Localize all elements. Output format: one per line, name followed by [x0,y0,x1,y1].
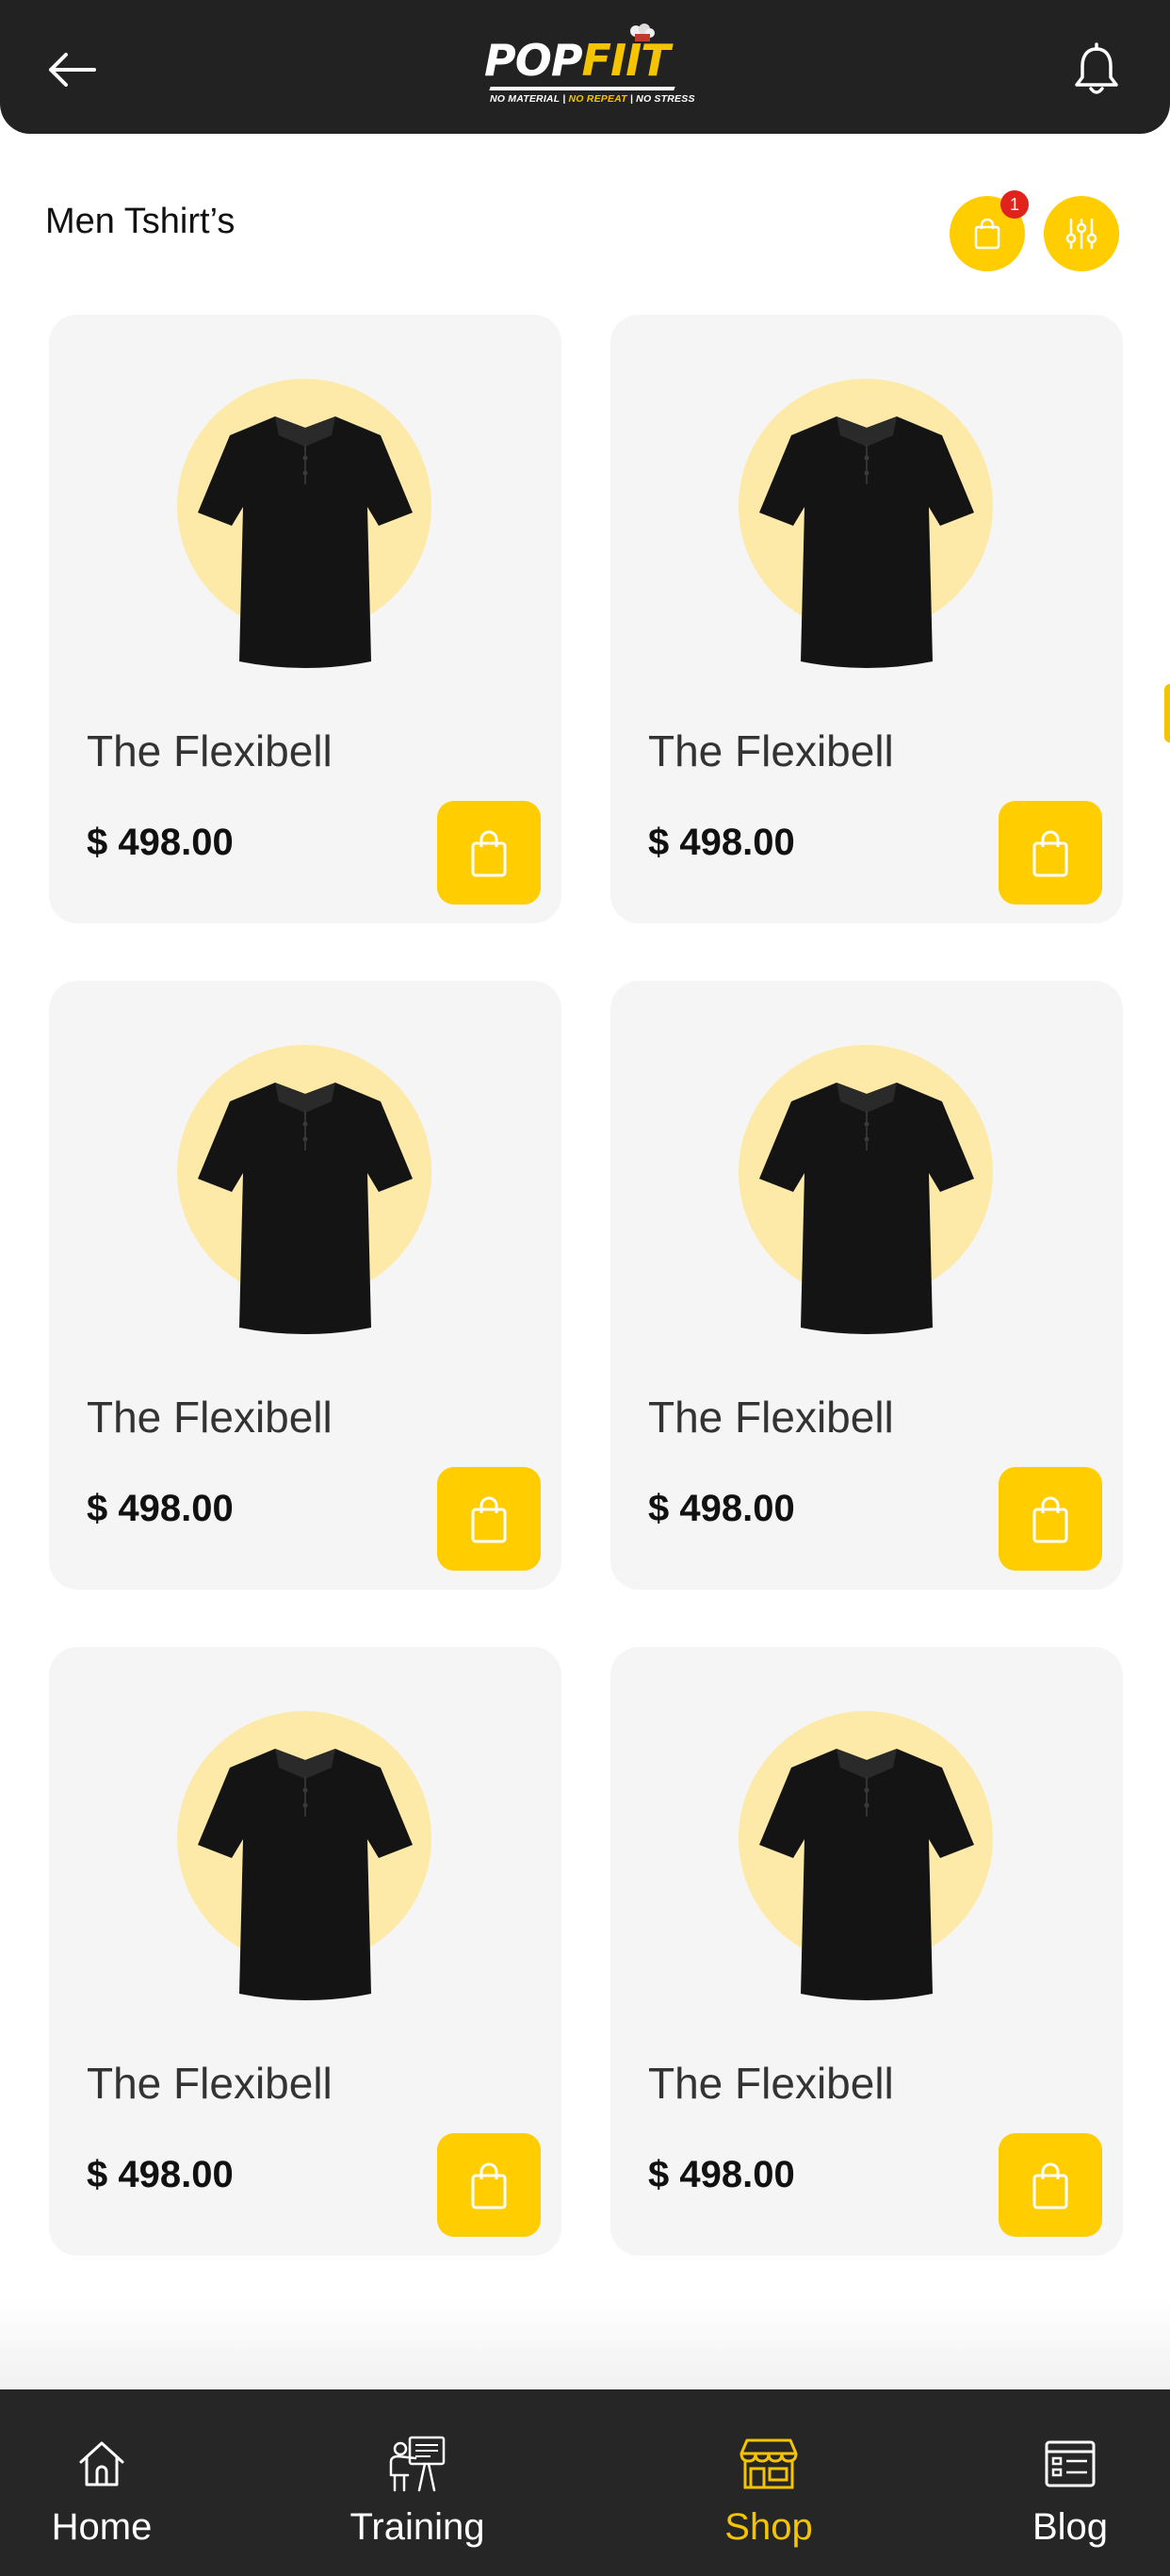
trainer-icon [389,2436,446,2492]
logo-tagline: NO MATERIAL | NO REPEAT | NO STRESS [490,93,695,105]
shopping-bag-icon [471,830,507,877]
product-card[interactable]: The Flexibell $ 498.00 [610,981,1123,1590]
bottom-navigation: Home Training Shop Blog [0,2389,1170,2576]
add-to-cart-button[interactable] [437,1467,541,1571]
sliders-icon [1065,218,1097,250]
product-card[interactable]: The Flexibell $ 498.00 [49,1647,561,2256]
arrow-left-icon [49,53,96,87]
product-name: The Flexibell [648,726,894,775]
home-icon [79,2441,124,2486]
product-name: The Flexibell [87,2059,333,2108]
add-to-cart-button[interactable] [437,801,541,905]
product-price: $ 498.00 [648,2154,795,2195]
filter-button[interactable] [1044,196,1119,271]
nav-item-shop[interactable]: Shop [712,2389,825,2576]
cart-count-badge: 1 [1000,190,1029,219]
shopping-bag-icon [974,218,1000,250]
product-card[interactable]: The Flexibell $ 498.00 [49,315,561,923]
shop-icon [739,2438,798,2489]
product-price: $ 498.00 [648,1488,795,1529]
bell-icon [1075,42,1118,94]
shopping-bag-icon [471,1496,507,1543]
product-price: $ 498.00 [87,1488,234,1529]
product-price: $ 498.00 [87,2154,234,2195]
shopping-bag-icon [1032,830,1068,877]
polo-shirt-image [198,1749,413,2000]
shopping-bag-icon [471,2162,507,2209]
polo-shirt-image [198,1083,413,1334]
nav-label: Home [51,2506,153,2548]
scroll-fade [0,2299,1170,2389]
product-name: The Flexibell [648,2059,894,2108]
nav-item-blog[interactable]: Blog [1023,2389,1117,2576]
nav-label: Shop [724,2506,813,2548]
nav-item-home[interactable]: Home [45,2389,158,2576]
product-price: $ 498.00 [648,822,795,863]
logo-fit: FIIT [581,35,671,86]
shopping-bag-icon [1032,1496,1068,1543]
product-card[interactable]: The Flexibell $ 498.00 [610,315,1123,923]
top-app-bar: POPFIIT NO MATERIAL | NO REPEAT | NO STR… [0,0,1170,134]
nav-label: Training [349,2506,485,2548]
nav-label: Blog [1032,2506,1109,2548]
side-edge-tab[interactable] [1164,684,1170,742]
product-card[interactable]: The Flexibell $ 498.00 [49,981,561,1590]
product-price: $ 498.00 [87,822,234,863]
polo-shirt-image [759,1749,974,2000]
add-to-cart-button[interactable] [437,2133,541,2237]
logo-underline [489,87,675,90]
popfiit-logo[interactable]: POPFIIT NO MATERIAL | NO REPEAT | NO STR… [484,23,694,113]
add-to-cart-button[interactable] [999,2133,1102,2237]
category-title: Men Tshirt’s [45,202,236,241]
add-to-cart-button[interactable] [999,801,1102,905]
shopping-bag-icon [1032,2162,1068,2209]
product-card[interactable]: The Flexibell $ 498.00 [610,1647,1123,2256]
nav-item-training[interactable]: Training [347,2389,488,2576]
product-name: The Flexibell [87,726,333,775]
polo-shirt-image [759,416,974,668]
notifications-button[interactable] [1066,38,1127,102]
polo-shirt-image [759,1083,974,1334]
add-to-cart-button[interactable] [999,1467,1102,1571]
polo-shirt-image [198,416,413,668]
blog-icon [1045,2440,1096,2487]
product-name: The Flexibell [648,1393,894,1442]
product-name: The Flexibell [87,1393,333,1442]
back-button[interactable] [43,41,100,98]
cart-button[interactable]: 1 [950,190,1029,271]
logo-pop: POP [484,35,583,86]
